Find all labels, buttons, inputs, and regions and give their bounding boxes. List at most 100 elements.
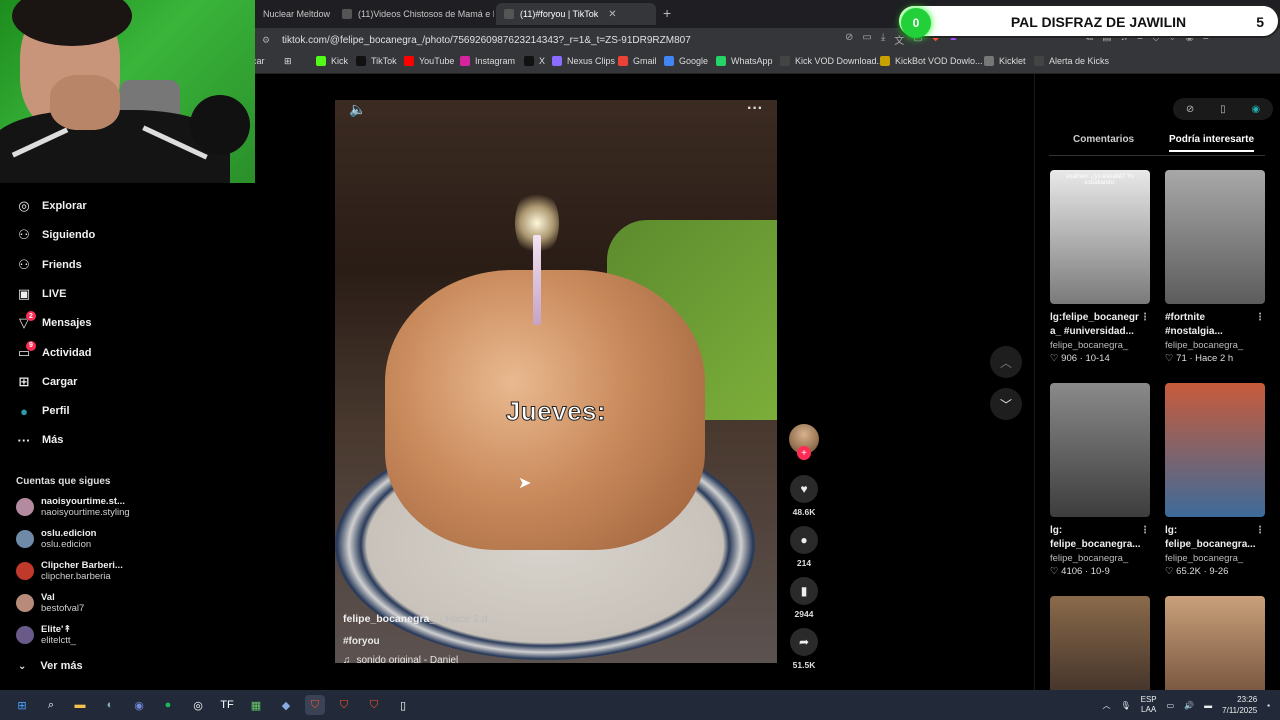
sidebar-item-mensajes[interactable]: ▽ 2 Mensajes (16, 311, 92, 331)
sidebar-item-cargar[interactable]: ⊞ Cargar (16, 374, 78, 390)
browser-tab[interactable]: Nuclear Meltdow (255, 3, 330, 25)
document-icon[interactable]: ▯ (393, 695, 413, 715)
bookmark-item[interactable]: YouTube (404, 56, 454, 66)
sidebar-item-friends[interactable]: ⚇ Friends (16, 257, 82, 273)
account-avatar[interactable]: ◉ (1251, 104, 1260, 115)
card-title: lg: felipe_bocanegra... (1165, 525, 1256, 550)
sidebar-item-siguiendo[interactable]: ⚇ Siguiendo (16, 227, 95, 243)
see-more-button[interactable]: ⌄ Ver más (18, 660, 83, 672)
bookmark-item[interactable]: Kick VOD Download... (780, 56, 884, 66)
comment-button[interactable]: ● (790, 526, 818, 554)
recommended-video-card[interactable]: ⋮ lg: felipe_bocanegra... felipe_bocanegra… (1050, 383, 1150, 577)
obs-icon[interactable]: ◎ (188, 695, 208, 715)
like-button[interactable]: ♥ (790, 475, 818, 503)
spotify-icon[interactable]: ● (158, 695, 178, 715)
battery-icon[interactable]: ▬ (1204, 701, 1212, 710)
browser-tab-active[interactable]: (11)#foryou | TikTok ✕ (496, 3, 656, 25)
bookmark-favicon-icon (404, 56, 414, 66)
windows-start-icon[interactable]: ⊞ (12, 695, 32, 715)
cast-icon[interactable]: ▭ (862, 32, 871, 47)
avatar (16, 594, 34, 612)
card-author[interactable]: felipe_bocanegra_ (1050, 340, 1150, 351)
more-options-icon[interactable]: ⋮ (1140, 524, 1150, 538)
download-icon[interactable]: ⤓ (881, 32, 885, 47)
video-thumbnail[interactable]: examen: ¿yo estudié? Yo estudiando: (1050, 170, 1150, 304)
recommended-video-card[interactable]: ⋮ #fortnite #nostalgia... felipe_bocanegra… (1165, 170, 1265, 364)
new-tab-button[interactable]: + (663, 5, 671, 21)
discord-icon[interactable]: ◉ (129, 695, 149, 715)
save-button[interactable]: ▮ (790, 577, 818, 605)
clock[interactable]: 23:26 7/11/2025 (1222, 694, 1257, 716)
video-player[interactable]: Jueves: 🔈 ··· ➤ felipe_bocanegra_ · Hace … (335, 100, 777, 663)
bookmark-item[interactable]: WhatsApp (716, 56, 773, 66)
video-sound[interactable]: ♫ sonido original - Daniel (343, 655, 458, 663)
followed-account[interactable]: oslu.edicion oslu.edicion (16, 528, 96, 550)
sidebar-item-explorar[interactable]: ◎ Explorar (16, 198, 86, 214)
sidebar-item-actividad[interactable]: ▭ 9 Actividad (16, 340, 92, 361)
app-icon[interactable]: ◆ (276, 695, 296, 715)
brave-browser-icon[interactable]: ⛉ (334, 695, 354, 715)
bookmark-item[interactable]: Google (664, 56, 708, 66)
recommended-video-card[interactable]: ⋮ lg: felipe_bocanegra... felipe_bocanegra… (1165, 383, 1265, 577)
app-icon[interactable]: ▦ (246, 695, 266, 715)
share-button[interactable]: ➦ (790, 628, 818, 656)
bookmark-item[interactable]: Nexus Clips (552, 56, 615, 66)
bookmark-item[interactable]: Instagram (460, 56, 515, 66)
bookmark-item[interactable]: Kick (316, 56, 348, 66)
browser-tab[interactable]: (11)Videos Chistosos de Mamá e Hij (334, 3, 494, 25)
file-explorer-icon[interactable]: ▬ (70, 695, 90, 715)
volume-icon[interactable]: 🔊 (1184, 701, 1194, 710)
microphone-icon[interactable]: 🎙 (1120, 701, 1130, 710)
site-info-icon[interactable]: ⚙ (262, 35, 274, 46)
followed-account[interactable]: naoisyourtime.st... naoisyourtime.styling (16, 496, 130, 518)
autoscroll-icon[interactable]: ⊘ (1186, 104, 1194, 115)
video-thumbnail[interactable] (1050, 383, 1150, 517)
video-thumbnail[interactable] (1165, 383, 1265, 517)
tracking-icon[interactable]: ⊘ (845, 32, 853, 47)
sidebar-item-perfil[interactable]: ● Perfil (16, 403, 69, 419)
card-author[interactable]: felipe_bocanegra_ (1165, 553, 1265, 564)
next-video-button[interactable]: ﹀ (990, 388, 1022, 420)
more-options-icon[interactable]: ··· (747, 100, 763, 118)
tab-recommended[interactable]: Podría interesarte (1169, 134, 1255, 152)
device-icon[interactable]: ▯ (1220, 104, 1226, 115)
notifications-icon[interactable]: ▪ (1267, 701, 1270, 710)
creator-avatar[interactable]: + (789, 424, 819, 460)
close-tab-icon[interactable]: ✕ (608, 9, 616, 20)
bookmark-item[interactable]: Kicklet (984, 56, 1026, 66)
previous-video-button[interactable]: ︿ (990, 346, 1022, 378)
search-icon[interactable]: ⌕ (41, 695, 61, 715)
tf-app-icon[interactable]: TF (217, 695, 237, 715)
bookmark-item[interactable]: TikTok (356, 56, 397, 66)
chevron-up-icon[interactable]: ︿ (1102, 700, 1110, 711)
input-language[interactable]: ESP LAA (1141, 695, 1157, 715)
sidebar-item-live[interactable]: ▣ LIVE (16, 286, 67, 302)
bookmark-item[interactable]: Gmail (618, 56, 657, 66)
brave-browser-icon[interactable]: ⛉ (305, 695, 325, 715)
more-options-icon[interactable]: ⋮ (1140, 311, 1150, 325)
card-author[interactable]: felipe_bocanegra_ (1165, 340, 1265, 351)
card-author[interactable]: felipe_bocanegra_ (1050, 553, 1150, 564)
sidebar-item-ms[interactable]: ··· Más (16, 432, 64, 448)
video-author[interactable]: felipe_bocanegra_ · Hace 2 d (343, 613, 488, 625)
brave-browser-icon[interactable]: ⛉ (364, 695, 384, 715)
bookmark-item[interactable]: X (524, 56, 545, 66)
followed-account[interactable]: Elite'↟ elitelctt_ (16, 624, 76, 646)
bookmark-item[interactable]: Alerta de Kicks (1034, 56, 1109, 66)
more-options-icon[interactable]: ⋮ (1255, 524, 1265, 538)
author-name[interactable]: felipe_bocanegra_ (343, 613, 435, 625)
bookmark-item[interactable]: KickBot VOD Dowlo... (880, 56, 983, 66)
video-thumbnail[interactable] (1165, 170, 1265, 304)
bookmark-favicon-icon (552, 56, 562, 66)
volume-icon[interactable]: 🔈 (349, 101, 366, 118)
more-options-icon[interactable]: ⋮ (1255, 311, 1265, 325)
app-icon[interactable]: ◐ (100, 695, 120, 715)
followed-account[interactable]: Val bestofval7 (16, 592, 84, 614)
apps-grid-icon[interactable]: ⊞ (284, 56, 292, 67)
tab-comments[interactable]: Comentarios (1073, 134, 1134, 145)
followed-account[interactable]: Clipcher Barberi... clipcher.barberia (16, 560, 123, 582)
follow-plus-icon[interactable]: + (797, 446, 811, 460)
video-hashtag[interactable]: #foryou (343, 636, 380, 647)
network-icon[interactable]: ▭ (1167, 701, 1175, 710)
recommended-video-card[interactable]: examen: ¿yo estudié? Yo estudiando: ⋮ lg:f… (1050, 170, 1150, 364)
